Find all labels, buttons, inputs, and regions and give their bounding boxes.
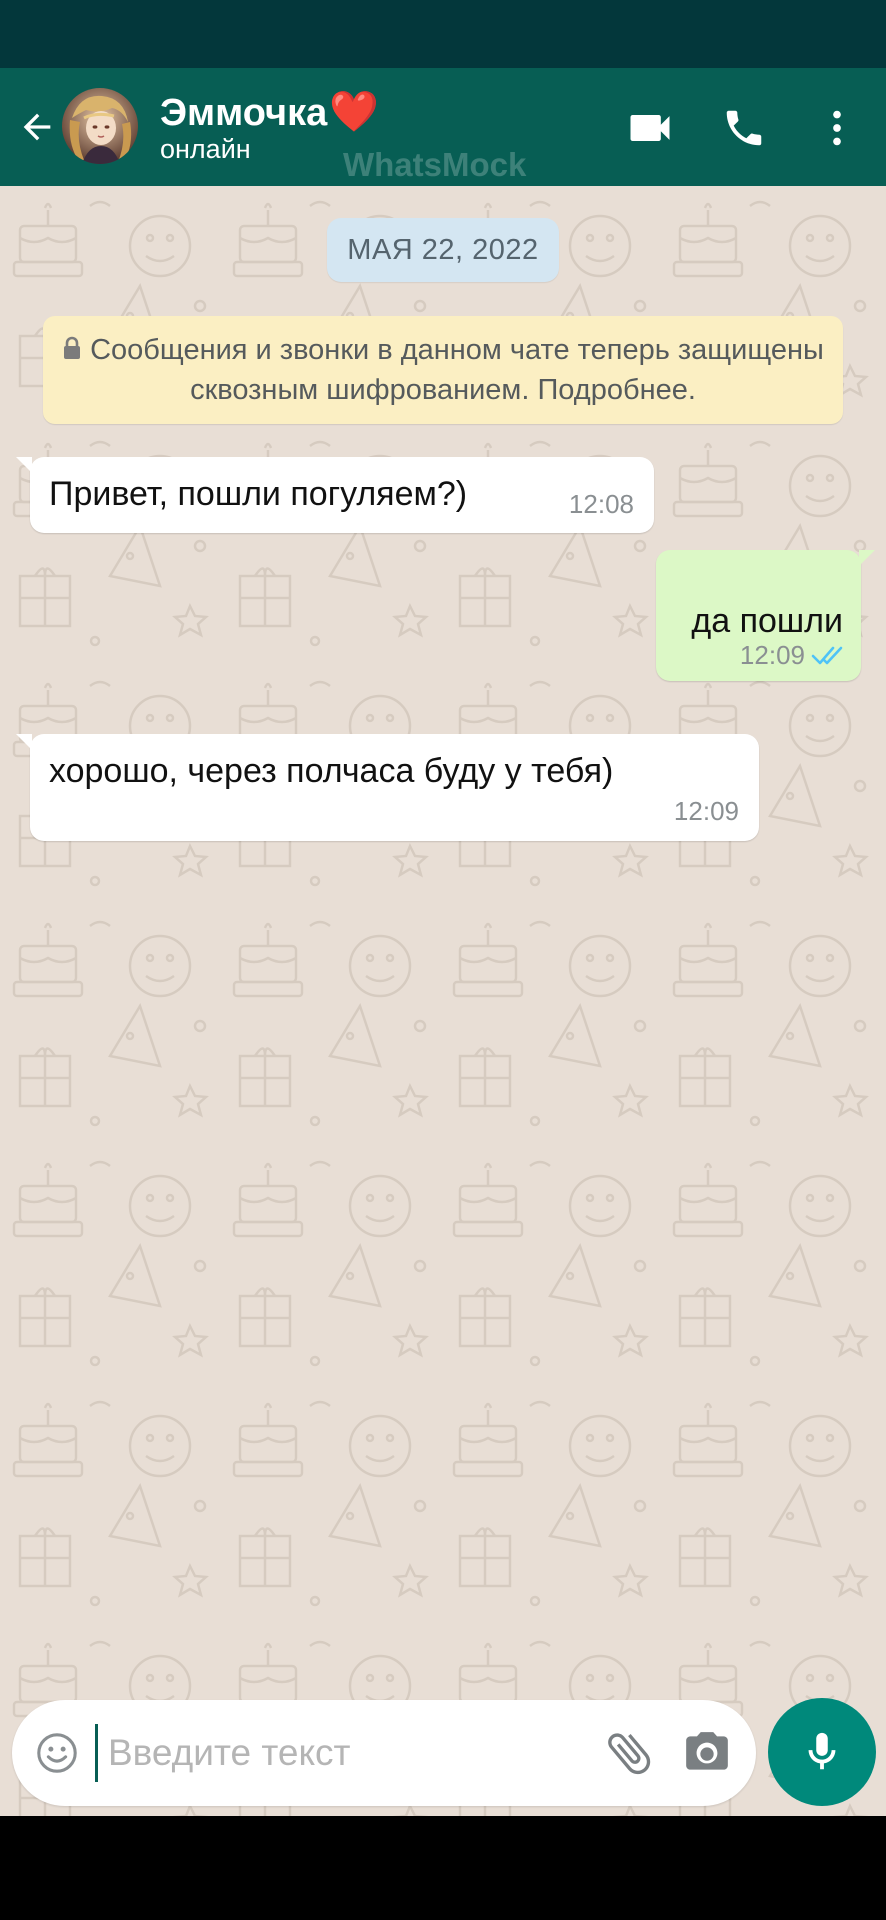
emoji-icon[interactable] [34, 1730, 80, 1776]
chat-wallpaper [0, 186, 886, 1816]
back-arrow-icon [23, 113, 51, 141]
attach-icon[interactable] [602, 1726, 656, 1780]
message-text: хорошо, через полчаса буду у тебя) [49, 752, 614, 790]
voice-call-button[interactable] [714, 98, 774, 158]
message-input[interactable] [95, 1724, 588, 1782]
video-call-icon [630, 115, 670, 141]
message-text: Привет, пошли погуляем?) [49, 475, 468, 513]
lock-icon [64, 337, 81, 360]
heart-emoji: ❤️ [329, 90, 380, 134]
message-time: 12:09 [739, 640, 805, 670]
bubble-tail [16, 734, 32, 750]
encryption-notice-text: Сообщения и звонки в данном чате теперь … [90, 334, 824, 406]
system-nav-bar [0, 1816, 886, 1920]
bubble-tail [16, 457, 32, 473]
bubble-tail [859, 550, 875, 566]
message-text: да пошли [691, 602, 843, 640]
encryption-notice[interactable]: Сообщения и звонки в данном чате теперь … [43, 316, 843, 424]
avatar[interactable] [62, 88, 138, 164]
phone-icon [726, 110, 762, 146]
video-call-button[interactable] [620, 98, 680, 158]
date-chip: МАЯ 22, 2022 [327, 218, 559, 282]
read-ticks-icon [811, 646, 843, 665]
message-bubble-incoming[interactable]: Привет, пошли погуляем?) 12:08 [16, 457, 654, 533]
mic-icon [808, 1732, 836, 1770]
contact-name[interactable]: Эммочка❤️ [160, 88, 379, 135]
status-bar [0, 0, 886, 68]
camera-icon[interactable] [682, 1728, 732, 1778]
message-time: 12:08 [568, 489, 634, 519]
chat-area[interactable]: МАЯ 22, 2022 Сообщения и звонки в данном… [0, 186, 886, 1816]
contact-name-text: Эммочка [160, 92, 328, 134]
watermark: WhatsMock [343, 146, 527, 183]
message-bubble-incoming[interactable]: хорошо, через полчаса буду у тебя) 12:09 [16, 734, 759, 841]
mic-button[interactable] [768, 1698, 876, 1806]
more-options-button[interactable] [812, 98, 862, 158]
more-vert-icon [833, 110, 841, 146]
chat-header: Эммочка❤️ онлайн WhatsMock [0, 68, 886, 186]
message-bubble-outgoing[interactable]: да пошли 12:09 [656, 550, 875, 681]
message-composer [12, 1700, 756, 1806]
message-time: 12:09 [673, 796, 739, 826]
back-button[interactable] [12, 102, 62, 152]
contact-status: онлайн [160, 134, 251, 164]
